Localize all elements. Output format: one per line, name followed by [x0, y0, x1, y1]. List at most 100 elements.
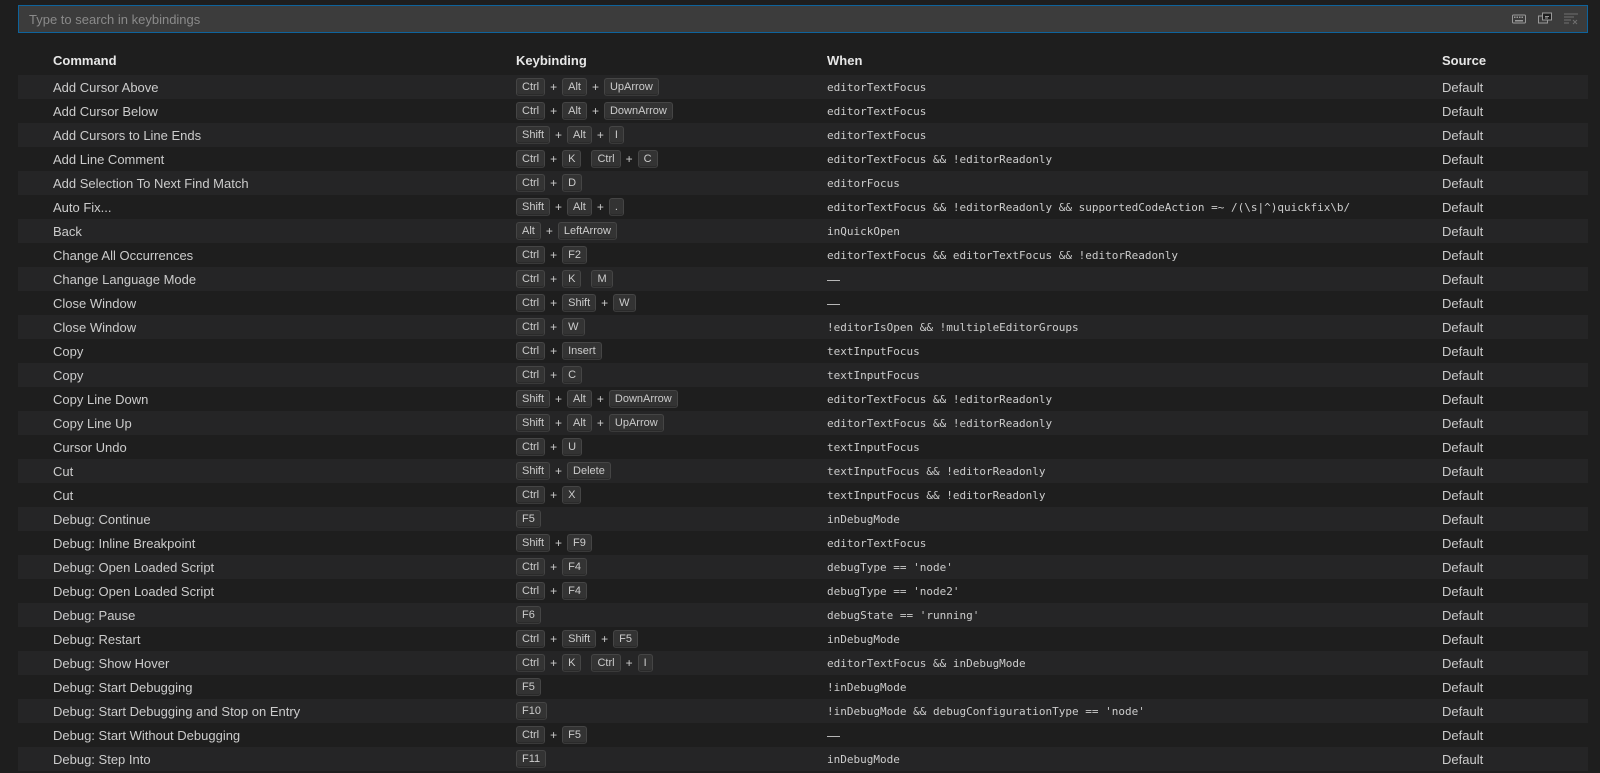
header-when[interactable]: When: [827, 53, 862, 68]
key-plus: +: [550, 344, 558, 358]
key-cap: Alt: [562, 78, 587, 96]
when-clause: inDebugMode: [827, 632, 900, 646]
keybindings-table: Command Keybinding When Source Add Curso…: [18, 45, 1588, 771]
keybinding-cell: Ctrl + F4: [516, 582, 587, 600]
table-row[interactable]: Copy Ctrl + Insert textInputFocus Default: [18, 339, 1588, 363]
sort-by-precedence-icon[interactable]: [1537, 11, 1553, 27]
keybinding-cell: Ctrl + U: [516, 438, 583, 456]
command-label: Cursor Undo: [53, 439, 127, 455]
key-cap: Ctrl: [516, 246, 546, 264]
key-cap: Ctrl: [516, 294, 546, 312]
when-clause: —: [827, 295, 840, 311]
key-cap: Alt: [567, 126, 592, 144]
key-cap: Ctrl: [516, 486, 546, 504]
key-plus: +: [550, 632, 558, 646]
clear-filter-icon[interactable]: [1563, 11, 1579, 27]
command-label: Debug: Restart: [53, 631, 141, 647]
key-cap: UpArrow: [603, 78, 659, 96]
key-cap: Shift: [516, 462, 551, 480]
source-label: Default: [1442, 199, 1484, 215]
key-cap: F5: [613, 630, 638, 648]
when-clause: editorTextFocus && inDebugMode: [827, 656, 1026, 670]
table-header: Command Keybinding When Source: [18, 45, 1588, 75]
command-label: Add Cursors to Line Ends: [53, 127, 202, 143]
keybinding-cell: Shift + F9: [516, 534, 592, 552]
source-label: Default: [1442, 655, 1484, 671]
keyboard-icon[interactable]: [1511, 11, 1527, 27]
keybindings-search-input[interactable]: [27, 6, 1471, 32]
command-label: Debug: Start Debugging: [53, 679, 193, 695]
table-row[interactable]: Debug: Pause F6 debugState == 'running' Def…: [18, 603, 1588, 627]
when-clause: editorTextFocus: [827, 80, 927, 94]
when-clause: —: [827, 271, 840, 287]
table-row[interactable]: Add Cursor Below Ctrl + Alt + DownArrow editor…: [18, 99, 1588, 123]
key-cap: Shift: [516, 414, 551, 432]
key-cap: Delete: [567, 462, 611, 480]
table-row[interactable]: Debug: Restart Ctrl + Shift + F5 inDebugMode De…: [18, 627, 1588, 651]
key-plus: +: [555, 128, 563, 142]
table-row[interactable]: Add Cursor Above Ctrl + Alt + UpArrow editorTe…: [18, 75, 1588, 99]
command-label: Debug: Pause: [53, 607, 136, 623]
table-row[interactable]: Debug: Start Debugging F5 !inDebugMode Defa…: [18, 675, 1588, 699]
table-row[interactable]: Copy Line Up Shift + Alt + UpArrow editorTextF…: [18, 411, 1588, 435]
when-clause: editorTextFocus && !editorReadonly: [827, 416, 1053, 430]
when-clause: debugType == 'node': [827, 560, 953, 574]
key-cap: Ctrl: [516, 726, 546, 744]
table-row[interactable]: Add Cursors to Line Ends Shift + Alt + Iedito…: [18, 123, 1588, 147]
table-row[interactable]: Debug: Step Into F11 inDebugMode Default: [18, 747, 1588, 771]
header-keybinding[interactable]: Keybinding: [516, 53, 587, 68]
table-row[interactable]: Debug: Open Loaded Script Ctrl + F4 debugTyp…: [18, 555, 1588, 579]
table-row[interactable]: Cut Shift + Delete textInputFocus && !editor…: [18, 459, 1588, 483]
keybinding-cell: F11: [516, 750, 547, 768]
table-row[interactable]: Auto Fix... Shift + Alt +. editorTextFocus &&…: [18, 195, 1588, 219]
table-row[interactable]: Back Alt + LeftArrow inQuickOpen Default: [18, 219, 1588, 243]
key-cap: UpArrow: [608, 414, 664, 432]
command-label: Cut: [53, 487, 74, 503]
command-label: Change All Occurrences: [53, 247, 194, 263]
keybinding-cell: Shift + Alt + DownArrow: [516, 390, 678, 408]
key-cap: Ctrl: [516, 366, 546, 384]
source-label: Default: [1442, 415, 1484, 431]
table-row[interactable]: Change All Occurrences Ctrl + F2 editorTextF…: [18, 243, 1588, 267]
header-command[interactable]: Command: [53, 53, 117, 68]
key-plus: +: [550, 320, 558, 334]
table-row[interactable]: Debug: Open Loaded Script Ctrl + F4 debugTyp…: [18, 579, 1588, 603]
table-row[interactable]: Add Line Comment Ctrl + K Ctrl + CeditorTextFo…: [18, 147, 1588, 171]
table-row[interactable]: Copy Ctrl + CtextInputFocus Default: [18, 363, 1588, 387]
source-label: Default: [1442, 295, 1484, 311]
keybindings-search-box[interactable]: [18, 5, 1588, 33]
table-row[interactable]: Debug: Show Hover Ctrl + K Ctrl + IeditorTextF…: [18, 651, 1588, 675]
table-row[interactable]: Add Selection To Next Find Match Ctrl + Ded…: [18, 171, 1588, 195]
table-row[interactable]: Debug: Start Without Debugging Ctrl + F5 — De…: [18, 723, 1588, 747]
keybinding-cell: Ctrl + K M: [516, 270, 613, 288]
command-label: Copy Line Up: [53, 415, 132, 431]
command-label: Debug: Start Without Debugging: [53, 727, 241, 743]
table-row[interactable]: Cursor Undo Ctrl + UtextInputFocus Default: [18, 435, 1588, 459]
command-label: Close Window: [53, 295, 137, 311]
table-row[interactable]: Debug: Inline Breakpoint Shift + F9 editorTe…: [18, 531, 1588, 555]
key-cap: DownArrow: [608, 390, 678, 408]
table-row[interactable]: Cut Ctrl + XtextInputFocus && !editorReadon…: [18, 483, 1588, 507]
key-cap: C: [562, 366, 583, 384]
source-label: Default: [1442, 751, 1484, 767]
key-cap: Ctrl: [516, 630, 546, 648]
table-row[interactable]: Close Window Ctrl + W !editorIsOpen && !mult…: [18, 315, 1588, 339]
table-row[interactable]: Close Window Ctrl + Shift + W — Default: [18, 291, 1588, 315]
source-label: Default: [1442, 343, 1484, 359]
key-plus: +: [550, 560, 558, 574]
table-row[interactable]: Change Language Mode Ctrl + K M — Default: [18, 267, 1588, 291]
keybinding-cell: Ctrl + Insert: [516, 342, 602, 360]
header-source[interactable]: Source: [1442, 53, 1486, 68]
key-cap: Ctrl: [516, 654, 546, 672]
when-clause: editorTextFocus && !editorReadonly: [827, 392, 1053, 406]
table-row[interactable]: Copy Line Down Shift + Alt + DownArrow editorT…: [18, 387, 1588, 411]
source-label: Default: [1442, 367, 1484, 383]
command-label: Debug: Open Loaded Script: [53, 559, 215, 575]
table-row[interactable]: Debug: Continue F5 inDebugMode Default: [18, 507, 1588, 531]
key-cap: F10: [516, 702, 547, 720]
key-cap: Alt: [567, 414, 592, 432]
key-plus: +: [550, 152, 558, 166]
command-label: Debug: Continue: [53, 511, 151, 527]
table-row[interactable]: Debug: Start Debugging and Stop on Entry…: [18, 699, 1588, 723]
source-label: Default: [1442, 391, 1484, 407]
